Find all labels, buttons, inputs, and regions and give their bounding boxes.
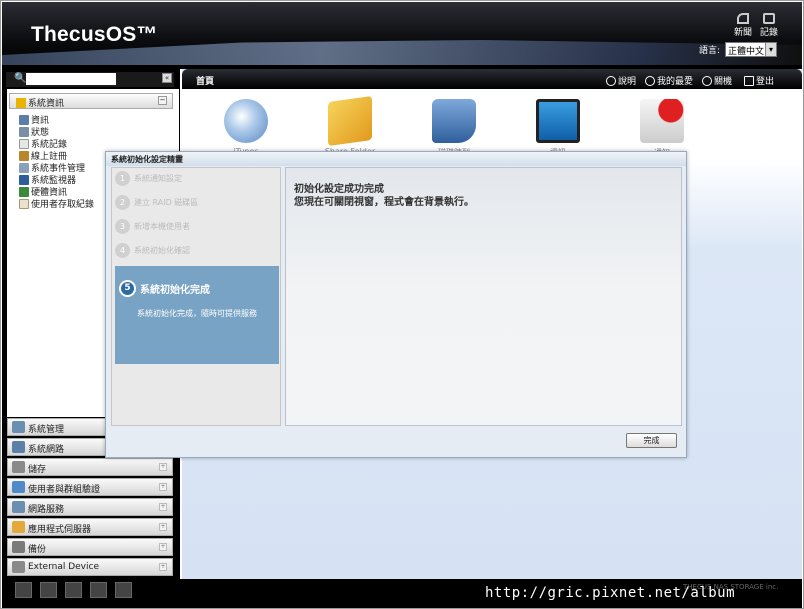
wizard-step-5-active: 5 系統初始化完成 系統初始化完成，隨時可提供服務 <box>115 266 279 364</box>
help-icon <box>606 76 616 86</box>
language-select[interactable]: 正體中文 ▾ <box>725 42 777 57</box>
menu-backup[interactable]: 備份 + <box>7 538 173 556</box>
document-icon <box>19 199 29 209</box>
wizard-message-panel: 初始化設定成功完成 您現在可關閉視窗，程式會在背景執行。 <box>285 167 682 426</box>
expand-icon: + <box>159 523 167 531</box>
globe-icon[interactable] <box>65 582 82 598</box>
main-toolbar: 首頁 說明 我的最愛 關機 登出 <box>182 69 802 89</box>
menu-external-device[interactable]: External Device + <box>7 558 173 576</box>
hardware-icon <box>19 187 29 197</box>
shutdown-button[interactable]: 關機 <box>702 74 732 87</box>
menu-network-service[interactable]: 網路服務 + <box>7 498 173 516</box>
raid-app[interactable]: 磁碟陣列 <box>424 99 484 158</box>
folder-icon <box>328 95 372 147</box>
expand-icon: + <box>159 563 167 571</box>
menu-app-server[interactable]: 應用程式伺服器 + <box>7 518 173 536</box>
step-number: 5 <box>119 280 136 297</box>
expand-icon: + <box>159 463 167 471</box>
network-icon <box>12 441 25 453</box>
logo: ThecusOS™ <box>31 23 158 46</box>
heart-icon <box>645 76 655 86</box>
language-label: 語言: <box>699 46 721 56</box>
chevron-down-icon: ▾ <box>765 43 776 56</box>
users-icon <box>12 481 25 493</box>
monitor-icon <box>19 175 29 185</box>
raid-icon <box>432 99 476 143</box>
register-icon <box>19 151 29 161</box>
collapse-sidebar-icon[interactable]: « <box>162 73 172 83</box>
wizard-step-4: 4 系統初始化確認 <box>115 243 190 258</box>
info-monitor-icon <box>536 99 580 143</box>
backup-icon <box>12 541 25 553</box>
log-button[interactable]: 記錄 <box>758 13 780 38</box>
logout-icon <box>744 76 754 86</box>
favorites-button[interactable]: 我的最愛 <box>645 74 693 87</box>
wizard-step-3: 3 新增本機使用者 <box>115 219 190 234</box>
notification-app[interactable]: 通知 <box>632 99 692 158</box>
speech-bubble-icon <box>763 13 775 24</box>
setup-wizard-dialog: 系統初始化設定精靈 1 系統通知設定 2 建立 RAID 磁碟區 3 新增本機使用者 … <box>105 151 687 458</box>
wizard-step-2: 2 建立 RAID 磁碟區 <box>115 195 198 210</box>
rss-icon <box>737 13 749 24</box>
network-service-icon <box>12 501 25 513</box>
help-button[interactable]: 說明 <box>606 74 636 87</box>
news-button[interactable]: 新聞 <box>732 13 754 38</box>
notification-icon <box>640 99 684 143</box>
external-device-icon <box>12 561 25 573</box>
search-icon: 🔍 <box>14 73 27 84</box>
watermark: http://gric.pixnet.net/album <box>485 585 736 601</box>
tools-icon <box>12 421 25 433</box>
info-app[interactable]: 資訊 <box>528 99 588 158</box>
monitor-icon <box>19 115 29 125</box>
dialog-title: 系統初始化設定精靈 <box>106 152 686 166</box>
itunes-icon <box>224 99 268 143</box>
finish-button[interactable]: 完成 <box>626 433 677 448</box>
storage-icon <box>12 461 25 473</box>
app-window: ThecusOS™ 新聞 記錄 語言: 正體中文 ▾ 🔍 « 系統資訊 − 資訊 狀… <box>0 0 804 609</box>
event-icon <box>19 163 29 173</box>
menu-users-groups[interactable]: 使用者與群組驗證 + <box>7 478 173 496</box>
taskbar-icon-1[interactable] <box>15 582 32 598</box>
menu-storage[interactable]: 儲存 + <box>7 458 173 476</box>
step-description: 系統初始化完成，隨時可提供服務 <box>137 309 257 318</box>
logout-button[interactable]: 登出 <box>744 74 774 87</box>
info-icon <box>16 98 26 108</box>
tree-section-header[interactable]: 系統資訊 − <box>9 93 173 109</box>
expand-icon: + <box>159 483 167 491</box>
search-input[interactable] <box>26 73 116 85</box>
step-title: 系統初始化完成 <box>140 285 210 296</box>
power-icon <box>702 76 712 86</box>
close-hint-message: 您現在可關閉視窗，程式會在背景執行。 <box>294 197 474 208</box>
home-tab[interactable]: 首頁 <box>196 74 214 87</box>
app-server-icon <box>12 521 25 533</box>
collapse-icon[interactable]: − <box>158 96 167 105</box>
share-folder-app[interactable]: Share Folder <box>320 95 380 156</box>
header: ThecusOS™ 新聞 記錄 語言: 正體中文 ▾ <box>2 2 802 65</box>
tree-item-access-log[interactable]: 使用者存取紀錄 <box>19 197 94 210</box>
camera-icon[interactable] <box>40 582 57 598</box>
expand-icon: + <box>159 503 167 511</box>
log-icon <box>19 139 29 149</box>
wizard-steps: 1 系統通知設定 2 建立 RAID 磁碟區 3 新增本機使用者 4 系統初始化確認 5… <box>111 167 281 426</box>
search-bar: 🔍 « <box>6 72 174 87</box>
network-icon[interactable] <box>115 582 132 598</box>
itunes-app[interactable]: iTunes <box>216 99 276 156</box>
expand-icon: + <box>159 543 167 551</box>
info-icon[interactable] <box>90 582 107 598</box>
wizard-step-1: 1 系統通知設定 <box>115 171 182 186</box>
status-icon <box>19 127 29 137</box>
